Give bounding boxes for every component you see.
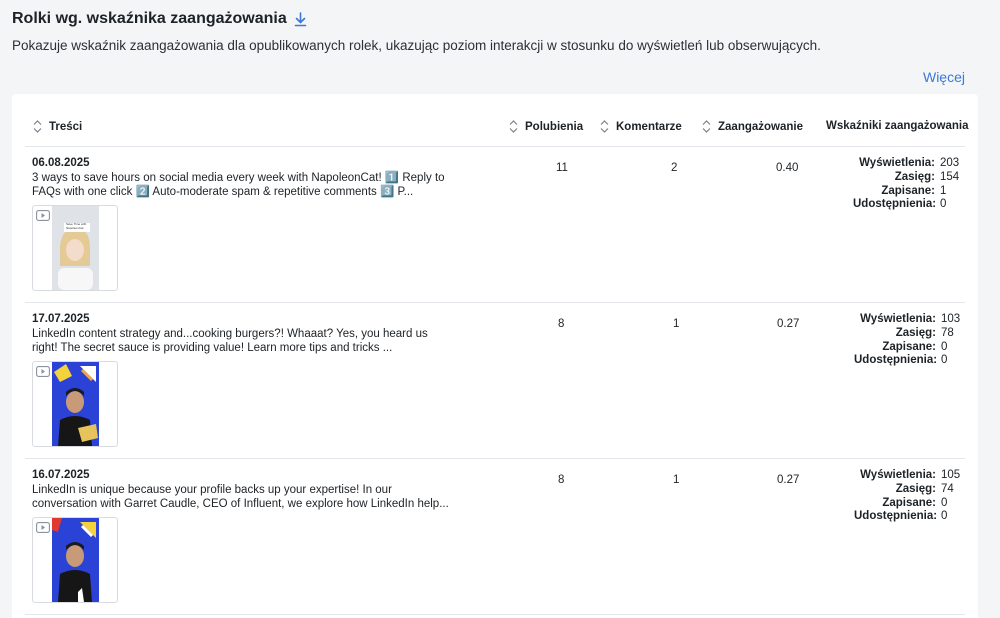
saved-value: 1 <box>940 184 947 197</box>
video-icon <box>36 210 50 221</box>
table-row: 16.07.2025 LinkedIn is unique because yo… <box>25 459 965 615</box>
sort-icon <box>702 120 711 133</box>
engagement-value: 0.40 <box>776 162 799 174</box>
engagement-metrics: Wyświetlenia: 203 Zasięg: 154 Zapisane: 1 U… <box>853 157 960 211</box>
page-title: Rolki wg. wskaźnika zaangażowania <box>12 10 287 27</box>
post-text: 3 ways to save hours on social media eve… <box>32 172 445 198</box>
post-text: LinkedIn is unique because your profile … <box>32 484 449 510</box>
views-value: 105 <box>941 469 961 481</box>
reach-value: 78 <box>941 326 954 339</box>
engagement-metrics: Wyświetlenia: 105 Zasięg: 74 Zapisane: 0 Ud… <box>854 469 961 523</box>
table-row: 17.07.2025 LinkedIn content strategy and… <box>25 303 965 459</box>
comments-value: 2 <box>671 162 678 174</box>
post-text: LinkedIn content strategy and...cooking … <box>32 328 428 354</box>
shares-value: 0 <box>941 510 948 523</box>
reel-thumbnail[interactable] <box>32 517 118 603</box>
sort-icon <box>33 120 42 133</box>
reel-preview-image <box>52 518 99 602</box>
reel-preview-image <box>52 206 99 290</box>
engagement-value: 0.27 <box>777 474 800 486</box>
likes-value: 8 <box>558 318 565 330</box>
column-header-comments[interactable]: Komentarze <box>600 120 682 133</box>
download-icon[interactable] <box>294 11 309 27</box>
saved-value: 0 <box>941 340 948 353</box>
thumb-caption: Save Time with NapoleonCat <box>66 222 87 230</box>
comments-value: 1 <box>673 318 680 330</box>
reach-value: 74 <box>941 482 954 495</box>
reel-thumbnail[interactable]: Save Time with NapoleonCat <box>32 205 118 291</box>
post-date: 06.08.2025 <box>32 157 90 169</box>
views-value: 203 <box>940 157 960 169</box>
likes-value: 11 <box>556 162 568 174</box>
comments-value: 1 <box>673 474 680 486</box>
more-link[interactable]: Więcej <box>923 69 965 85</box>
page-subtitle: Pokazuje wskaźnik zaangażowania dla opub… <box>12 38 821 53</box>
engagement-metrics: Wyświetlenia: 103 Zasięg: 78 Zapisane: 0 Ud… <box>854 313 961 367</box>
video-icon <box>36 366 50 377</box>
reel-preview-image <box>52 362 99 446</box>
post-date: 16.07.2025 <box>32 469 90 481</box>
page-header: Rolki wg. wskaźnika zaangażowania <box>12 9 980 29</box>
reel-thumbnail[interactable] <box>32 361 118 447</box>
shares-value: 0 <box>941 354 948 367</box>
column-header-content[interactable]: Treści <box>33 120 82 133</box>
sort-icon <box>600 120 609 133</box>
video-icon <box>36 522 50 533</box>
views-value: 103 <box>941 313 961 325</box>
reels-table-card: Treści Polubienia Komentarze Zaangażowan… <box>12 94 978 618</box>
table-row: 06.08.2025 3 ways to save hours on socia… <box>25 147 965 303</box>
post-date: 17.07.2025 <box>32 313 90 325</box>
table-header: Treści Polubienia Komentarze Zaangażowan… <box>25 108 969 147</box>
column-header-metrics: Wskaźniki zaangażowania <box>826 120 969 132</box>
likes-value: 8 <box>558 474 565 486</box>
saved-value: 0 <box>941 496 948 509</box>
sort-icon <box>509 120 518 133</box>
engagement-value: 0.27 <box>777 318 800 330</box>
column-header-likes[interactable]: Polubienia <box>509 120 583 133</box>
column-header-engagement[interactable]: Zaangażowanie <box>702 120 803 133</box>
shares-value: 0 <box>940 198 947 211</box>
reach-value: 154 <box>940 170 960 183</box>
